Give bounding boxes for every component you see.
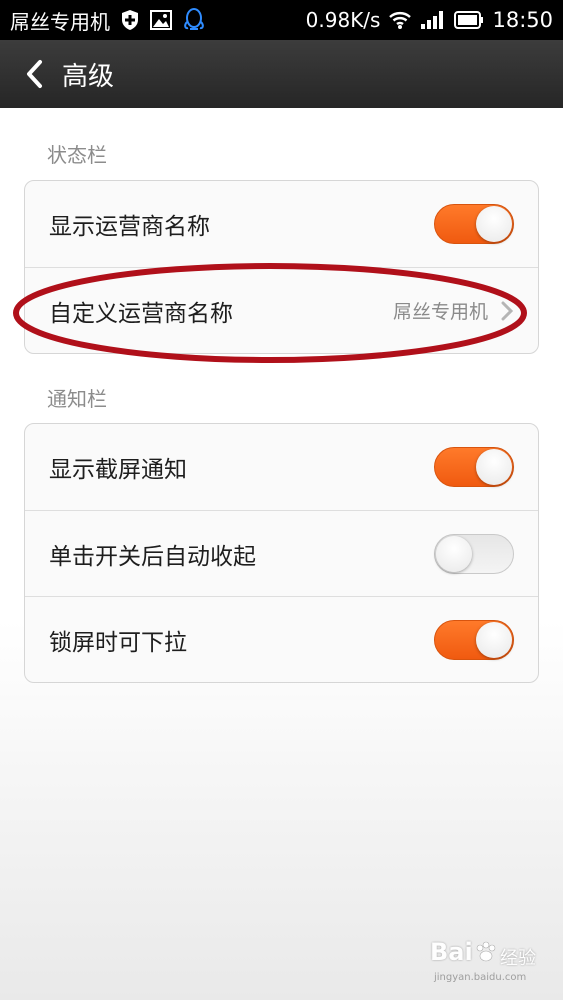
toggle-auto-collapse[interactable] — [434, 533, 514, 574]
watermark-url: jingyan.baidu.com — [434, 972, 527, 983]
section-header-status-bar: 状态栏 — [47, 143, 107, 167]
shield-icon — [120, 9, 140, 31]
toggle-screenshot-notify[interactable] — [434, 447, 514, 487]
watermark-text: 经验 — [500, 948, 536, 969]
setting-label: 显示截屏通知 — [49, 457, 187, 483]
chevron-left-icon — [27, 60, 42, 88]
toggle-lockscreen-pulldown[interactable] — [434, 619, 514, 660]
settings-card-notification-bar: 显示截屏通知 单击开关后自动收起 锁屏时可下拉 — [24, 423, 539, 683]
toggle-knob — [476, 449, 512, 485]
wifi-icon — [388, 10, 412, 30]
back-button[interactable] — [6, 40, 62, 108]
page-title: 高级 — [62, 61, 115, 92]
status-right: 0.98K/s 18:50 — [306, 8, 553, 32]
toggle-knob — [476, 206, 512, 242]
setting-label: 锁屏时可下拉 — [49, 629, 187, 656]
clock: 18:50 — [492, 8, 553, 32]
signal-icon — [420, 10, 446, 30]
settings-card-status-bar: 显示运营商名称 自定义运营商名称 屌丝专用机 — [24, 180, 539, 354]
qq-icon — [182, 7, 206, 33]
toggle-knob — [436, 535, 472, 572]
custom-carrier-value: 屌丝专用机 — [392, 301, 488, 323]
setting-row-auto-collapse[interactable]: 单击开关后自动收起 — [25, 510, 538, 596]
baidu-watermark: Bai 经验 jingyan.baidu.com — [430, 938, 550, 988]
image-icon — [150, 10, 172, 30]
setting-row-show-carrier[interactable]: 显示运营商名称 — [25, 181, 538, 267]
chevron-right-icon — [501, 301, 514, 320]
carrier-name: 屌丝专用机 — [10, 9, 110, 34]
status-bar: 屌丝专用机 0.98K/s 18:50 — [0, 0, 563, 40]
setting-label: 显示运营商名称 — [49, 214, 210, 240]
setting-label: 自定义运营商名称 — [49, 300, 233, 327]
network-speed: 0.98K/s — [305, 8, 381, 32]
paw-icon — [476, 941, 496, 962]
setting-row-custom-carrier[interactable]: 自定义运营商名称 屌丝专用机 — [25, 267, 538, 353]
setting-row-lockscreen-pulldown[interactable]: 锁屏时可下拉 — [25, 596, 538, 682]
action-bar: 高级 — [0, 40, 563, 108]
watermark-brand: Bai — [430, 938, 473, 966]
toggle-knob — [476, 621, 512, 658]
setting-label: 单击开关后自动收起 — [49, 543, 256, 570]
section-header-notification-bar: 通知栏 — [47, 387, 107, 411]
setting-row-screenshot-notify[interactable]: 显示截屏通知 — [25, 424, 538, 510]
toggle-show-carrier[interactable] — [434, 204, 514, 244]
battery-icon — [454, 10, 484, 30]
